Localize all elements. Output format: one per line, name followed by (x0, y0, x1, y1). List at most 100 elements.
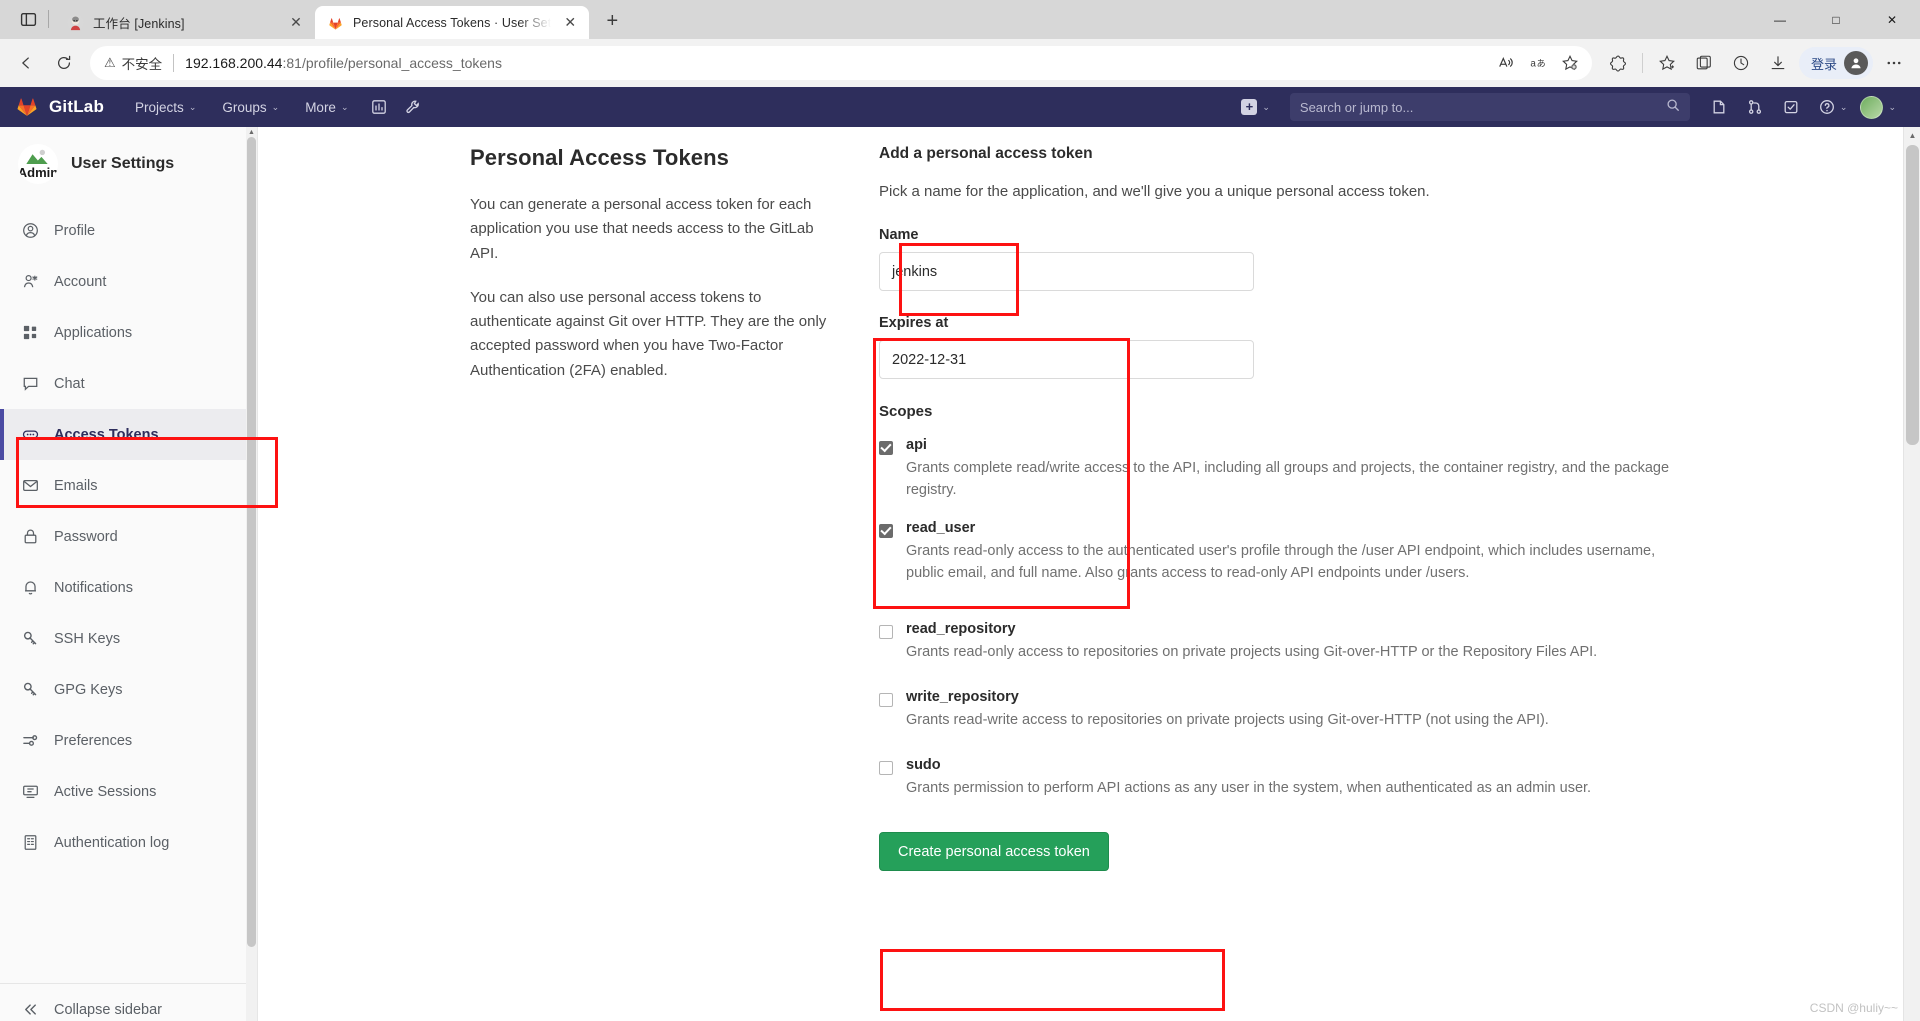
nav-item-projects[interactable]: Projects ⌄ (122, 87, 209, 127)
gitlab-logo-icon (14, 92, 40, 123)
scope-row-read-repository: read_repository Grants read-only access … (879, 621, 1679, 663)
tab-manager-icon[interactable] (10, 0, 46, 39)
sidebar-item-gpg-keys[interactable]: GPG Keys (0, 664, 257, 715)
profile-button[interactable]: 登录 (1798, 47, 1873, 79)
chevron-down-icon: ⌄ (188, 101, 197, 112)
double-chevron-left-icon (21, 1001, 39, 1019)
main-content: Personal Access Tokens You can generate … (258, 127, 1920, 1021)
browser-tab-gitlab[interactable]: Personal Access Tokens · User Set ✕ (315, 6, 590, 39)
account-icon (21, 273, 39, 291)
chevron-down-icon: ⌄ (340, 101, 349, 112)
sidebar-item-notifications[interactable]: Notifications (0, 562, 257, 613)
monitor-icon (21, 783, 39, 801)
tab-title: 工作台 [Jenkins] (93, 17, 185, 31)
create-new-icon[interactable]: + ⌄ (1233, 87, 1278, 127)
access-tokens-icon (21, 426, 39, 444)
downloads-icon[interactable] (1760, 45, 1796, 81)
minimize-button[interactable]: — (1752, 0, 1808, 39)
page-scrollbar[interactable]: ▲ ▼ (1903, 127, 1920, 1021)
nav-label: Groups (222, 99, 267, 115)
scroll-up-arrow[interactable]: ▲ (1904, 127, 1920, 144)
add-favorite-icon[interactable] (1554, 48, 1586, 78)
close-icon[interactable]: ✕ (286, 13, 306, 33)
sidebar-item-profile[interactable]: Profile (0, 205, 257, 256)
scope-row-api: api Grants complete read/write access to… (879, 437, 1679, 501)
sidebar-item-emails[interactable]: Emails (0, 460, 257, 511)
browser-tab-jenkins[interactable]: 工作台 [Jenkins] ✕ (55, 6, 315, 39)
checkbox-read-repository[interactable] (879, 625, 893, 640)
scope-description: Grants complete read/write access to the… (906, 460, 1670, 499)
scope-row-read-user: read_user Grants read-only access to the… (879, 520, 1679, 584)
sidebar-item-access-tokens[interactable]: Access Tokens (0, 409, 257, 460)
sidebar-item-password[interactable]: Password (0, 511, 257, 562)
name-input[interactable]: jenkins (879, 252, 1254, 291)
checkbox-sudo[interactable] (879, 761, 893, 776)
sidebar-item-label: Profile (54, 222, 96, 239)
intro-column: Personal Access Tokens You can generate … (470, 145, 845, 871)
browser-toolbar: ⚠ 不安全 192.168.200.44:81/profile/personal… (0, 39, 1920, 87)
name-label: Name (879, 227, 919, 243)
new-tab-button[interactable]: + (597, 6, 627, 36)
reload-icon[interactable] (46, 45, 82, 81)
issues-icon[interactable] (1702, 87, 1736, 127)
sidebar-item-chat[interactable]: Chat (0, 358, 257, 409)
sidebar-item-preferences[interactable]: Preferences (0, 715, 257, 766)
token-form-column: Add a personal access token Pick a name … (879, 145, 1679, 872)
sidebar-scrollbar[interactable]: ▲ ▼ (246, 127, 257, 1021)
help-icon[interactable]: ⌄ (1810, 87, 1855, 127)
sidebar-item-authentication-log[interactable]: Authentication log (0, 817, 257, 868)
analytics-icon[interactable] (362, 87, 396, 127)
gitlab-brand[interactable]: GitLab (14, 92, 122, 123)
avatar (1844, 51, 1868, 75)
sidebar-item-applications[interactable]: Applications (0, 307, 257, 358)
history-icon[interactable] (1723, 45, 1759, 81)
more-settings-icon[interactable] (1876, 45, 1912, 81)
chevron-down-icon: ⌄ (1262, 101, 1270, 112)
page-body: Admin User Settings Profile Account Appl… (0, 127, 1920, 1021)
checkbox-read-user[interactable] (879, 524, 893, 539)
expires-input[interactable]: 2022-12-31 (879, 340, 1254, 379)
checkbox-api[interactable] (879, 441, 893, 455)
search-input[interactable]: Search or jump to... (1289, 93, 1690, 121)
sidebar-item-label: GPG Keys (54, 681, 123, 698)
merge-requests-icon[interactable] (1738, 87, 1772, 127)
intro-paragraph-1: You can generate a personal access token… (470, 196, 814, 262)
collapse-sidebar-label: Collapse sidebar (54, 1001, 163, 1018)
sidebar-item-active-sessions[interactable]: Active Sessions (0, 766, 257, 817)
collapse-sidebar-button[interactable]: Collapse sidebar (0, 984, 257, 1021)
expires-label: Expires at (879, 315, 949, 331)
collections-icon[interactable] (1649, 45, 1685, 81)
read-aloud-icon[interactable] (1490, 48, 1522, 78)
page-title: Personal Access Tokens (470, 145, 729, 170)
sidebar-item-account[interactable]: Account (0, 256, 257, 307)
wrench-icon[interactable] (396, 87, 430, 127)
split-screen-icon[interactable] (1600, 45, 1636, 81)
url-text: 192.168.200.44:81/profile/personal_acces… (185, 55, 502, 71)
browser-essentials-icon[interactable] (1686, 45, 1722, 81)
nav-item-more[interactable]: More ⌄ (292, 87, 361, 127)
close-window-button[interactable]: ✕ (1864, 0, 1920, 39)
nav-item-groups[interactable]: Groups ⌄ (209, 87, 292, 127)
todos-icon[interactable] (1774, 87, 1808, 127)
security-status[interactable]: ⚠ 不安全 (104, 53, 162, 73)
translate-icon[interactable]: a あ (1522, 48, 1554, 78)
svg-text:a: a (1530, 59, 1536, 70)
avatar: Admin (18, 144, 58, 184)
scrollbar-thumb[interactable] (1906, 145, 1919, 445)
scope-name: write_repository (906, 689, 1019, 706)
sidebar-item-label: Applications (54, 324, 133, 341)
search-icon[interactable] (1666, 98, 1680, 117)
sidebar-item-ssh-keys[interactable]: SSH Keys (0, 613, 257, 664)
maximize-button[interactable]: □ (1808, 0, 1864, 39)
tab-strip-divider (48, 10, 49, 28)
create-personal-access-token-button[interactable]: Create personal access token (879, 832, 1109, 872)
sidebar-item-label: Preferences (54, 732, 133, 749)
scrollbar-thumb[interactable] (247, 137, 256, 947)
checkbox-write-repository[interactable] (879, 693, 893, 708)
sidebar-item-label: SSH Keys (54, 630, 121, 647)
key-icon (21, 630, 39, 648)
close-icon[interactable]: ✕ (560, 13, 580, 33)
back-arrow-icon[interactable] (8, 45, 44, 81)
user-menu[interactable]: ⌄ (1856, 87, 1906, 127)
address-bar[interactable]: ⚠ 不安全 192.168.200.44:81/profile/personal… (90, 46, 1592, 80)
